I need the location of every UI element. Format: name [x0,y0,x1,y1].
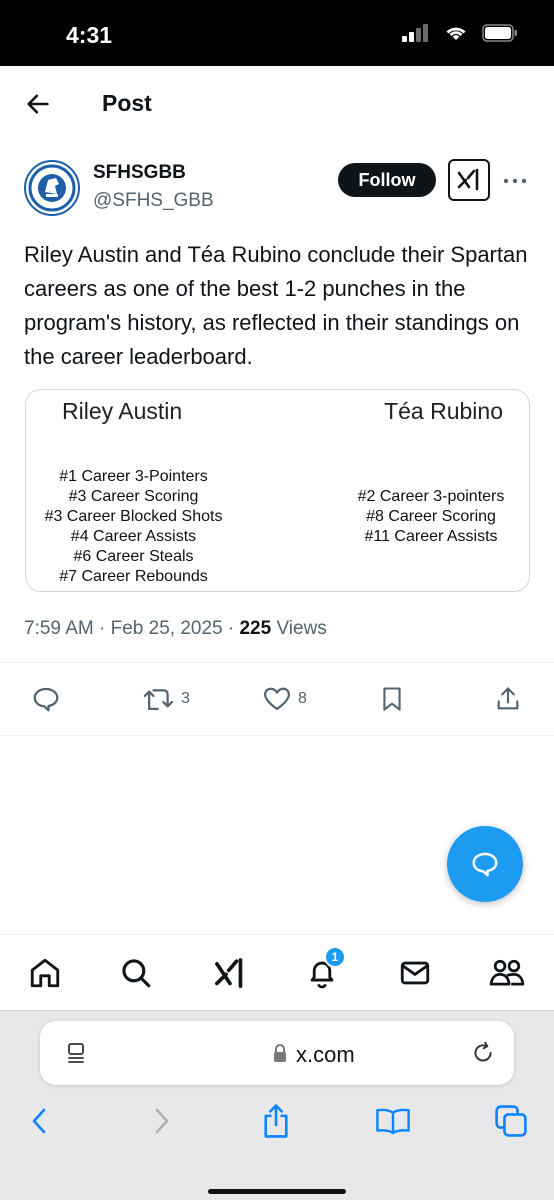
stat-item: #6 Career Steals [73,548,194,565]
like-button[interactable]: 8 [262,684,307,714]
tab-grok[interactable] [212,955,248,991]
right-stats-list: #2 Career 3-pointers #8 Career Scoring #… [341,487,521,547]
tab-messages[interactable] [397,955,433,991]
stat-item: #1 Career 3-Pointers [59,468,208,485]
tabs-button[interactable] [493,1103,529,1139]
post-header: Post [0,66,554,142]
author-display-name[interactable]: SFHSGBB [93,162,186,184]
new-reply-fab[interactable] [447,826,523,902]
reload-icon[interactable] [470,1040,496,1066]
repost-count: 3 [181,690,190,707]
home-icon [30,958,60,988]
grok-icon [457,168,479,191]
address-bar[interactable]: x.com [40,1021,514,1085]
stat-item: #4 Career Assists [70,528,197,545]
bottom-tab-bar [0,934,554,1010]
post-text: Riley Austin and Téa Rubino conclude the… [24,242,528,369]
tab-communities[interactable] [489,955,525,991]
follow-button[interactable]: Follow [338,163,436,197]
stat-item: #3 Career Scoring [68,488,199,505]
reply-button[interactable] [31,684,61,714]
school-logo-icon [28,164,76,212]
status-icons [402,24,518,42]
notification-badge: 1 [324,946,346,968]
share-icon [264,1104,288,1138]
left-stats-list: #1 Career 3-Pointers #3 Career Scoring #… [26,467,241,587]
like-count: 8 [298,690,307,707]
views-label: Views [276,618,327,639]
reader-mode-icon[interactable] [64,1041,88,1065]
left-player-name: Riley Austin [62,398,183,424]
heart-icon [264,687,290,711]
tabs-icon [495,1105,527,1137]
post-time: 7:59 AM [24,618,94,639]
status-bar: 4:31 [0,0,554,66]
mail-icon [400,961,430,985]
reply-icon [33,687,59,712]
book-icon [376,1108,410,1135]
repost-button[interactable]: 3 [143,684,190,714]
home-indicator [208,1189,346,1194]
stat-item: #8 Career Scoring [366,508,496,525]
post-actions: 3 8 [0,684,554,720]
grok-icon [215,958,243,988]
share-button[interactable] [494,684,522,714]
people-icon [489,959,525,986]
browser-share-button[interactable] [258,1103,294,1139]
post-meta: 7:59 AM · Feb 25, 2025 · 225 Views [24,618,327,639]
battery-icon [482,24,517,42]
grok-button[interactable] [448,159,490,201]
divider [0,662,554,663]
tab-explore[interactable] [118,955,154,991]
post-date: Feb 25, 2025 [110,618,223,639]
status-time: 4:31 [66,22,113,48]
browser-forward-button[interactable] [143,1103,179,1139]
url-text: x.com [296,1042,355,1067]
stat-item: #11 Career Assists [364,528,498,545]
author-handle[interactable]: @SFHS_GBB [93,190,214,212]
more-horizontal-icon [503,178,527,184]
wifi-icon [446,27,466,40]
reply-bubble-icon [472,852,498,877]
stat-item: #7 Career Rebounds [59,568,208,585]
chevron-left-icon [32,1108,46,1134]
share-icon [497,687,519,710]
right-player-name: Téa Rubino [384,398,503,424]
more-options-button[interactable] [503,165,527,191]
bookmarks-button[interactable] [375,1103,411,1139]
browser-toolbar: x.com [0,1010,554,1200]
back-button[interactable] [24,90,52,118]
chevron-right-icon [155,1108,169,1134]
bookmark-icon [383,687,401,711]
views-count: 225 [239,618,272,639]
browser-back-button[interactable] [22,1103,58,1139]
signal-icon [402,24,428,42]
bookmark-button[interactable] [378,684,406,714]
divider [0,735,554,736]
repost-icon [143,689,174,710]
avatar[interactable] [24,160,80,216]
search-icon [122,959,151,988]
tab-home[interactable] [27,955,63,991]
lock-icon [274,1044,286,1062]
arrow-left-icon [27,94,49,114]
page-title: Post [102,90,152,116]
stat-item: #2 Career 3-pointers [357,488,505,505]
stat-item: #3 Career Blocked Shots [44,508,223,525]
post-image[interactable]: Riley Austin Téa Rubino #1 Career 3-Poin… [25,389,530,592]
